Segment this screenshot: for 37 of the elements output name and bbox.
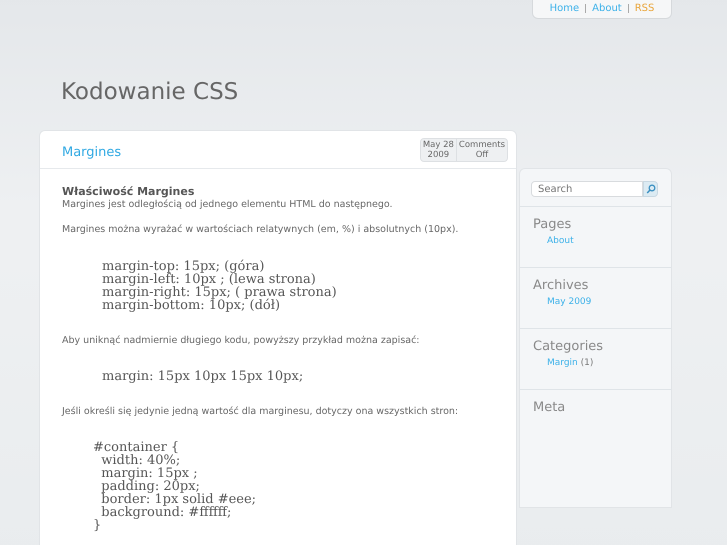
sidebar-link[interactable]: May 2009 [547,296,592,307]
code-line: } [93,519,102,532]
code-line: background: #ffffff; [100,506,232,520]
code-line: border: 1px solid #eee; [100,493,258,506]
section-heading: Właściwość Margines [62,185,196,198]
code-line: padding: 20px; [100,480,200,494]
search-field[interactable]: Search [531,181,643,197]
widget-title: Archives [533,278,590,294]
nav-link[interactable]: About [592,1,622,16]
widget-title: Pages [533,217,572,233]
sidebar-link[interactable]: About [547,236,574,246]
code-line: margin-top: 15px; (góra) [102,260,266,273]
sidebar-link[interactable]: Margin [547,358,578,368]
search-icon [646,184,656,194]
paragraph: Jeśli określi się jedynie jedną wartość dla marginesu, dotyczy ona wszystkich stron: [62,404,460,419]
post-title[interactable]: Margines [62,145,122,161]
paragraph: Margines można wyrażać w wartościach relatywnych (em, %) i absolutnych (10px). [62,223,460,238]
blog-title: Kodowanie CSS [60,78,240,107]
comments-status: Off [476,150,488,160]
paragraph: Margines jest odległością od jednego elementu HTML do następnego. [62,198,394,212]
code-line: #container { [93,441,180,454]
rss-link[interactable]: RSS [634,1,654,16]
code-line: margin-right: 15px; ( prawa strona) [102,286,338,299]
code-line: margin: 15px ; [100,467,198,480]
comments-label: Comments [458,140,505,150]
paragraph: Aby uniknąć nadmiernie długiego kodu, powyższy przykład można zapisać: [62,334,421,348]
widget-title: Categories [533,339,604,355]
widget-title: Meta [533,400,566,416]
code-line: width: 40%; [100,454,180,468]
post-year: 2009 [428,150,450,160]
post-date: May 28 [422,140,454,150]
code-line: margin-bottom: 10px; (dół) [102,298,280,312]
search-button[interactable] [643,181,658,197]
item-count: (1) [580,358,594,368]
code-line: margin-left: 10px ; (lewa strona) [102,272,316,286]
code-line: margin: 15px 10px 15px 10px; [102,370,304,383]
nav-link[interactable]: Home [550,1,580,16]
